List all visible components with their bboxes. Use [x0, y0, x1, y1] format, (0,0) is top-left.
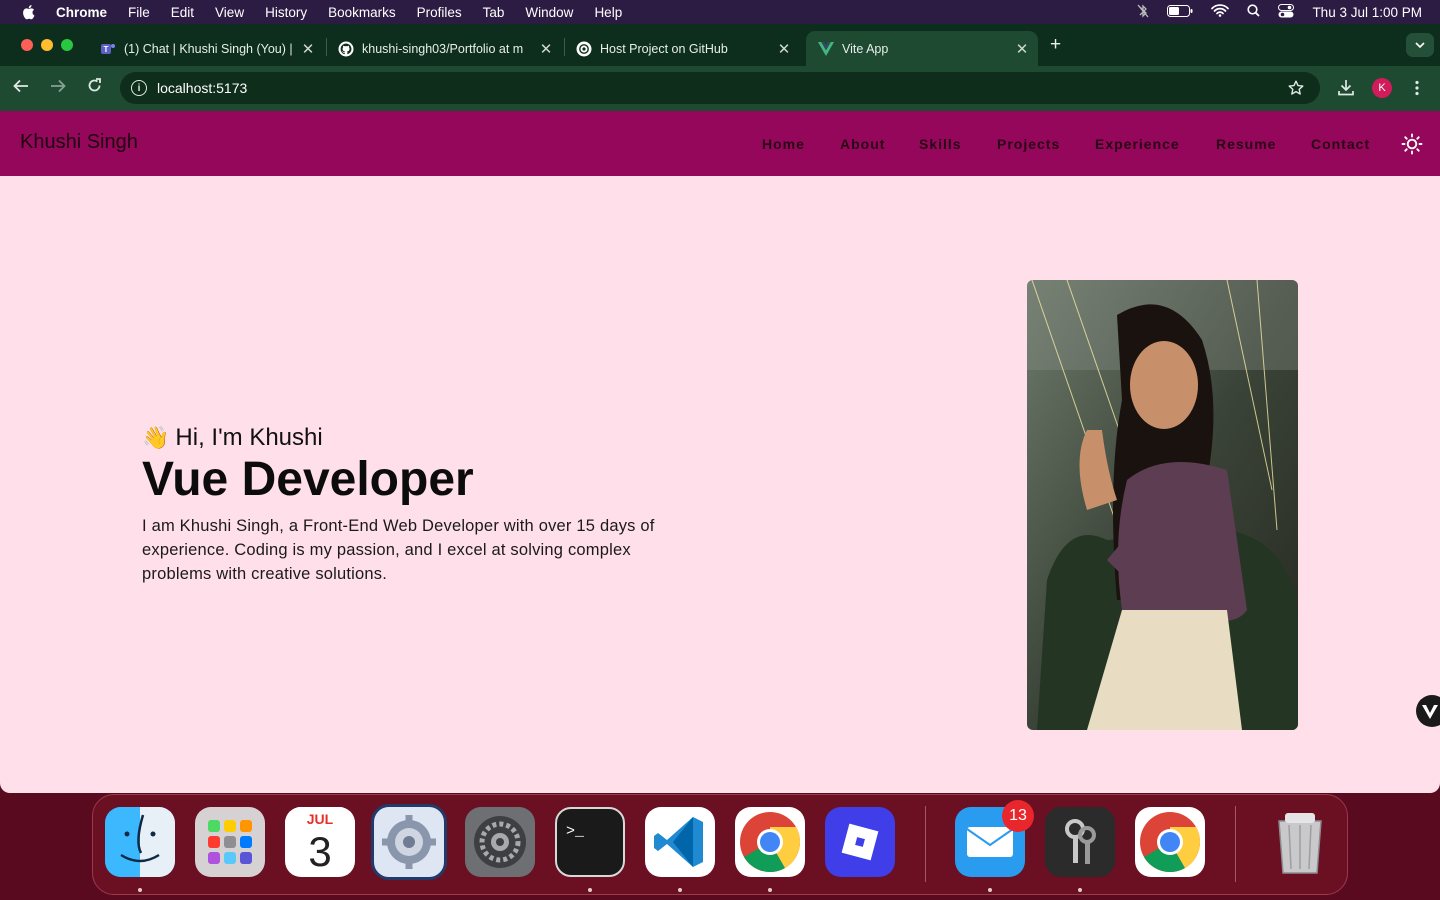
battery-icon[interactable]: [1167, 4, 1193, 20]
teams-icon: T: [100, 41, 116, 57]
address-bar[interactable]: i localhost:5173: [120, 72, 1320, 104]
nav-contact[interactable]: Contact: [1311, 136, 1370, 152]
openai-icon: [576, 41, 592, 57]
menu-bookmarks[interactable]: Bookmarks: [328, 5, 396, 20]
running-indicator: [138, 888, 142, 892]
browser-tab-chatgpt[interactable]: Host Project on GitHub ✕: [564, 31, 800, 66]
roblox-icon[interactable]: [825, 807, 895, 877]
reload-icon[interactable]: [87, 78, 102, 98]
site-info-icon[interactable]: i: [131, 80, 147, 96]
theme-toggle-sun-icon[interactable]: [1400, 132, 1424, 156]
nav-about[interactable]: About: [840, 136, 885, 152]
window-close-button[interactable]: [21, 39, 33, 51]
waving-hand-icon: 👋: [142, 425, 170, 450]
profile-photo: [1027, 280, 1298, 730]
hero-greeting-text: Hi, I'm Khushi: [175, 424, 323, 451]
address-bar-url: localhost:5173: [157, 80, 248, 96]
menu-edit[interactable]: Edit: [171, 5, 194, 20]
window-zoom-button[interactable]: [61, 39, 73, 51]
forward-arrow-icon[interactable]: [50, 78, 66, 98]
new-tab-plus-icon[interactable]: +: [1050, 34, 1061, 56]
more-menu-icon[interactable]: [1414, 80, 1420, 101]
menu-help[interactable]: Help: [594, 5, 622, 20]
svg-text:>_: >_: [566, 823, 585, 840]
nav-experience[interactable]: Experience: [1095, 136, 1180, 152]
svg-text:T: T: [104, 45, 109, 54]
browser-tab-vite-app[interactable]: Vite App ✕: [806, 31, 1038, 66]
menubar-clock[interactable]: Thu 3 Jul 1:00 PM: [1312, 5, 1422, 20]
profile-avatar[interactable]: K: [1372, 78, 1392, 98]
spotlight-search-icon[interactable]: [1247, 4, 1261, 20]
running-indicator: [768, 888, 772, 892]
dock-divider: [1235, 806, 1236, 882]
dock-divider: [925, 806, 926, 882]
tab-close-icon[interactable]: ✕: [1012, 40, 1032, 58]
menu-app-name[interactable]: Chrome: [56, 5, 107, 20]
chrome-icon[interactable]: [1135, 807, 1205, 877]
nav-projects[interactable]: Projects: [997, 136, 1060, 152]
tab-title: Host Project on GitHub: [600, 41, 728, 56]
menu-window[interactable]: Window: [525, 5, 573, 20]
window-minimize-button[interactable]: [41, 39, 53, 51]
webpage-viewport: Khushi Singh Home About Skills Projects …: [0, 111, 1440, 793]
calendar-day: 3: [308, 828, 332, 875]
site-navbar: Khushi Singh Home About Skills Projects …: [0, 111, 1440, 176]
running-indicator: [588, 888, 592, 892]
mail-unread-badge: 13: [1002, 800, 1034, 832]
back-arrow-icon[interactable]: [13, 78, 29, 98]
wifi-icon[interactable]: [1211, 4, 1230, 20]
nav-skills[interactable]: Skills: [919, 136, 962, 152]
launchpad-icon[interactable]: [195, 807, 265, 877]
download-icon[interactable]: [1338, 79, 1354, 101]
control-center-icon[interactable]: [1278, 3, 1295, 21]
menu-profiles[interactable]: Profiles: [417, 5, 462, 20]
running-indicator: [1078, 888, 1082, 892]
site-brand[interactable]: Khushi Singh: [20, 131, 138, 154]
terminal-icon[interactable]: >_: [555, 807, 625, 877]
tab-close-icon[interactable]: ✕: [774, 40, 794, 58]
nav-resume[interactable]: Resume: [1216, 136, 1276, 152]
bluetooth-off-icon[interactable]: [1137, 3, 1149, 21]
browser-tab-teams[interactable]: T (1) Chat | Khushi Singh (You) | ✕: [88, 31, 324, 66]
running-indicator: [678, 888, 682, 892]
settings-icon[interactable]: [465, 807, 535, 877]
chrome-icon[interactable]: [735, 807, 805, 877]
menu-history[interactable]: History: [265, 5, 307, 20]
tab-close-icon[interactable]: ✕: [536, 40, 556, 58]
menu-file[interactable]: File: [128, 5, 150, 20]
tab-title: Vite App: [842, 41, 889, 56]
tab-title: khushi-singh03/Portfolio at m: [362, 41, 524, 56]
vue-icon: [818, 41, 834, 57]
tab-title: (1) Chat | Khushi Singh (You) |: [124, 41, 293, 56]
hero-greeting: 👋 Hi, I'm Khushi: [142, 424, 323, 452]
hero-title: Vue Developer: [142, 453, 474, 506]
vscode-icon[interactable]: [645, 807, 715, 877]
browser-tab-github[interactable]: khushi-singh03/Portfolio at m ✕: [326, 31, 562, 66]
tab-close-icon[interactable]: ✕: [298, 40, 318, 58]
calendar-month: JUL: [285, 807, 355, 829]
running-indicator: [988, 888, 992, 892]
trash-icon[interactable]: [1265, 807, 1335, 877]
menu-view[interactable]: View: [215, 5, 244, 20]
vue-devtools-toggle-icon[interactable]: [1416, 695, 1440, 727]
bookmark-star-icon[interactable]: [1288, 80, 1304, 101]
github-icon: [338, 41, 354, 57]
system-preferences-icon[interactable]: [371, 804, 447, 880]
apple-icon[interactable]: [0, 4, 56, 20]
finder-icon[interactable]: [105, 807, 175, 877]
menu-tab[interactable]: Tab: [483, 5, 505, 20]
keychain-icon[interactable]: [1045, 807, 1115, 877]
macos-menu-bar: Chrome File Edit View History Bookmarks …: [0, 0, 1440, 24]
calendar-icon[interactable]: JUL 3: [285, 807, 355, 877]
hero-description: I am Khushi Singh, a Front-End Web Devel…: [142, 517, 655, 583]
tab-search-chevron-icon[interactable]: [1406, 33, 1434, 57]
nav-home[interactable]: Home: [762, 136, 805, 152]
